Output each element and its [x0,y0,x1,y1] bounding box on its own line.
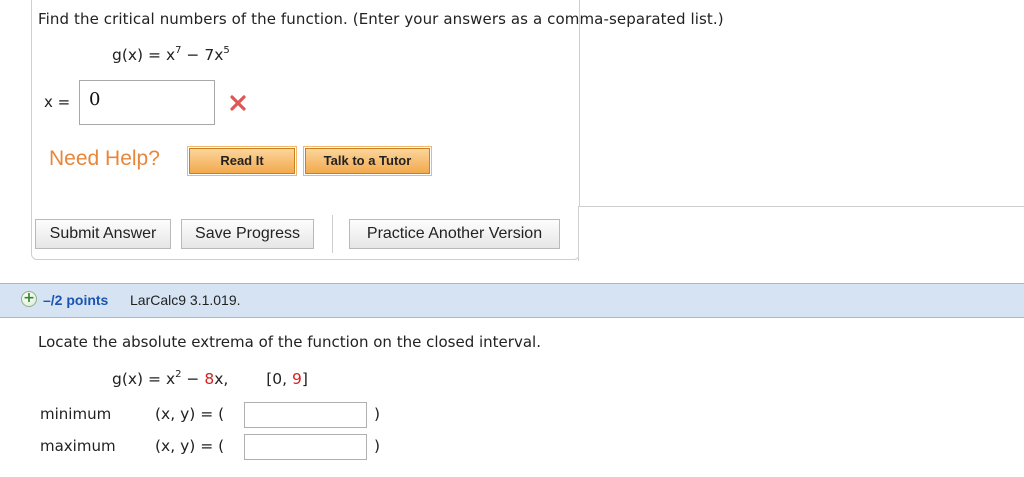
practice-another-version-button[interactable]: Practice Another Version [349,219,560,249]
interval-close: ] [301,370,308,389]
save-progress-button[interactable]: Save Progress [181,219,314,249]
minimum-label: minimum [40,405,112,423]
function-lhs: g(x) = x [112,46,176,65]
answer-label: x = [44,93,71,111]
function-equation: g(x) = x7 − 7x5 [112,45,230,65]
maximum-close-paren: ) [374,437,381,455]
card-side-tab [578,206,1024,261]
interval-end: 9 [291,370,302,389]
function2-equation: g(x) = x2 − 8x, [0, 9] [112,369,308,389]
maximum-label: maximum [40,437,116,455]
question2-prompt: Locate the absolute extrema of the funct… [38,333,541,351]
function-lhs: g(x) = x [112,370,176,389]
maximum-xy-label: (x, y) = ( [155,437,225,455]
minus-sign: − [181,370,205,389]
problem-id: LarCalc9 3.1.019. [130,292,241,308]
incorrect-x-icon [230,95,246,111]
exponent: 7 [175,45,182,56]
exponent: 5 [223,45,230,56]
minimum-input[interactable] [244,402,367,428]
function-term: − 7x [181,46,224,65]
question-prompt: Find the critical numbers of the functio… [38,10,724,28]
button-divider [332,215,333,253]
points-label: –/2 points [43,292,109,308]
minimum-xy-label: (x, y) = ( [155,405,225,423]
critical-numbers-input[interactable]: 0 [79,80,215,125]
maximum-input[interactable] [244,434,367,460]
talk-to-tutor-button[interactable]: Talk to a Tutor [303,146,432,176]
expand-plus-icon[interactable]: + [21,291,37,307]
read-it-button[interactable]: Read It [187,146,297,176]
need-help-label: Need Help? [49,147,160,170]
exponent: 2 [175,369,182,380]
minimum-close-paren: ) [374,405,381,423]
coefficient: 8 [204,370,215,389]
variable-term: x, [214,370,229,389]
submit-answer-button[interactable]: Submit Answer [35,219,171,249]
interval-open: [0, [266,370,292,389]
